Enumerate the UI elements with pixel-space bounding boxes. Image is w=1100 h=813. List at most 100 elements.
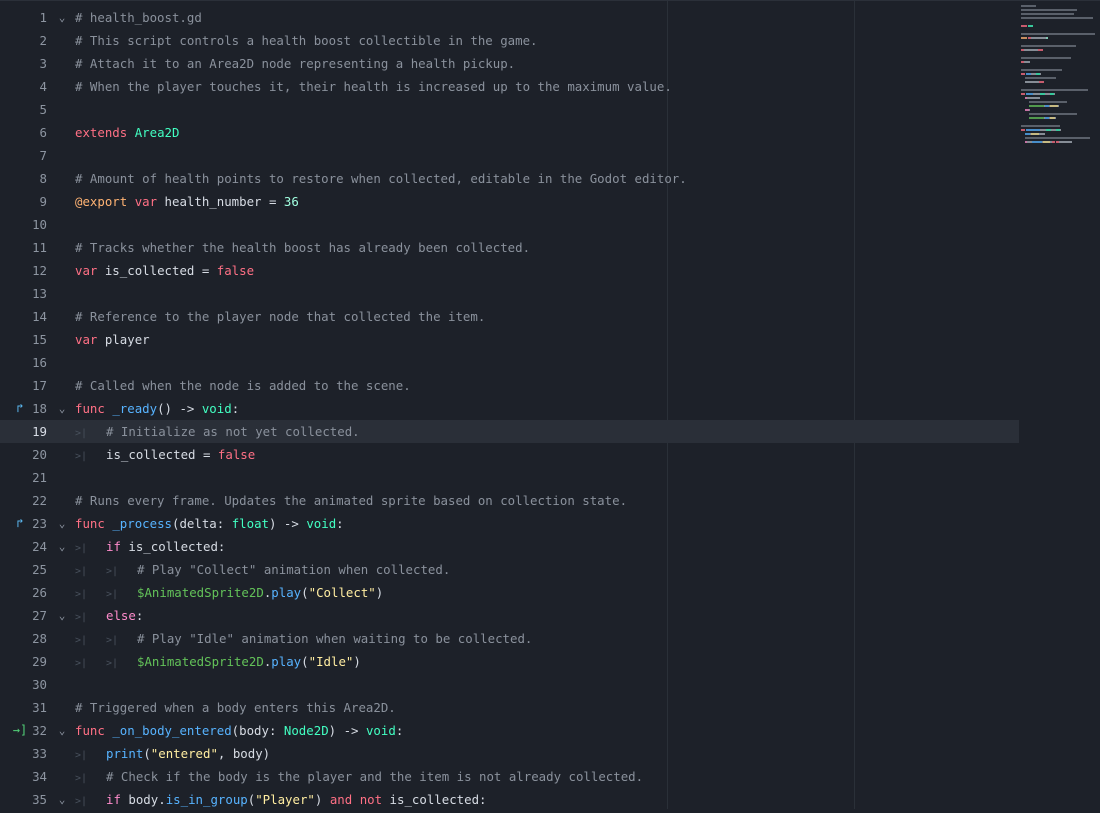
code-line[interactable]: 24 ⌄ >| if is_collected: [0,535,1019,558]
line-content: extends Area2D [75,121,179,144]
code-line[interactable]: 25 >| >| # Play "Collect" animation when co… [0,558,1019,581]
code-line[interactable]: 16 [0,351,1019,374]
code-line[interactable]: 12 var is_collected = false [0,259,1019,282]
minimap-mark [1028,25,1033,27]
code-line[interactable]: 14 # Reference to the player node that co… [0,305,1019,328]
code-line[interactable]: 30 [0,673,1019,696]
code-line[interactable]: 3 # Attach it to an Area2D node represent… [0,52,1019,75]
fold-chevron-icon[interactable]: ⌄ [55,397,69,420]
code-line[interactable]: 15 var player [0,328,1019,351]
minimap-mark [1029,109,1030,111]
minimap-mark [1032,141,1042,143]
code-line[interactable]: 34 >| # Check if the body is the player an… [0,765,1019,788]
line-number: 24 [32,539,47,554]
code-token: # Attach it to an Area2D node representi… [75,56,516,71]
line-number: 9 [39,194,47,209]
code-token: ( [301,585,309,600]
fold-chevron-icon[interactable]: ⌄ [55,6,69,29]
line-number: 23 [32,516,47,531]
line-number: 29 [32,654,47,669]
code-token: Area2D [134,125,180,140]
code-line[interactable]: 10 [0,213,1019,236]
line-number: 32 [32,723,47,738]
tab-indent-icon: >| [75,796,88,807]
minimap-mark [1040,73,1041,75]
minimap-mark [1021,37,1027,39]
tab-indent-icon: >| [75,589,88,600]
code-line[interactable]: 33 >| print("entered", body) [0,742,1019,765]
minimap-mark [1038,49,1043,51]
line-number: 11 [32,240,47,255]
minimap-mark [1031,37,1046,39]
code-line[interactable]: 8 # Amount of health points to restore wh… [0,167,1019,190]
code-line[interactable]: 4 # When the player touches it, their hea… [0,75,1019,98]
code-token: ) [375,585,384,600]
code-token: "entered" [150,746,218,761]
script-editor[interactable]: 1 ⌄ # health_boost.gd 2 # This script contro… [0,0,1100,811]
minimap-mark [1021,5,1036,7]
line-number: 22 [32,493,47,508]
minimap[interactable] [1019,1,1100,809]
code-line[interactable]: 1 ⌄ # health_boost.gd [0,6,1019,29]
fold-chevron-icon[interactable]: ⌄ [55,604,69,627]
fold-chevron-icon[interactable]: ⌄ [55,719,69,742]
minimap-mark [1027,97,1040,99]
code-token: var [75,332,98,347]
code-line[interactable]: 17 # Called when the node is added to the… [0,374,1019,397]
line-content: >| >| # Play "Collect" animation when coll… [75,558,450,583]
minimap-mark [1046,37,1048,39]
code-line[interactable]: 26 >| >| $AnimatedSprite2D.play("Collect") [0,581,1019,604]
fold-chevron-icon[interactable]: ⌄ [55,535,69,558]
line-number: 14 [32,309,47,324]
code-token: (body: [231,723,284,738]
code-line[interactable]: 7 [0,144,1019,167]
fold-chevron-icon[interactable]: ⌄ [55,512,69,535]
code-token: # Triggered when a body enters this Area… [75,700,396,715]
code-line[interactable]: 22 # Runs every frame. Updates the animat… [0,489,1019,512]
code-line[interactable]: 20 >| is_collected = false [0,443,1019,466]
tab-indent-icon: >| [75,658,88,669]
minimap-mark [1054,93,1055,95]
line-content: # When the player touches it, their heal… [75,75,672,98]
minimap-mark [1029,101,1067,103]
minimap-mark [1055,117,1056,119]
code-line[interactable]: 29 >| >| $AnimatedSprite2D.play("Idle") [0,650,1019,673]
minimap-mark [1039,133,1045,135]
code-token: : [395,723,404,738]
code-token: void [201,401,232,416]
code-line[interactable]: 28 >| >| # Play "Idle" animation when waiti… [0,627,1019,650]
code-token: _process [112,516,172,531]
line-number: 2 [39,33,47,48]
line-number: 25 [32,562,47,577]
code-line[interactable]: →] 32 ⌄ func _on_body_entered(body: Node2D)… [0,719,1019,742]
code-token: $AnimatedSprite2D [137,654,264,669]
code-line[interactable]: 21 [0,466,1019,489]
code-line[interactable]: 2 # This script controls a health boost c… [0,29,1019,52]
code-line[interactable]: 13 [0,282,1019,305]
code-token: _ready [112,401,158,416]
code-line[interactable]: 19 >| # Initialize as not yet collected. [0,420,1019,443]
minimap-mark [1021,125,1060,127]
minimap-mark [1021,69,1062,71]
code-token: if [106,792,121,807]
code-token: func [75,723,105,738]
code-token: void [365,723,396,738]
code-token: : [135,608,144,623]
code-area[interactable]: 1 ⌄ # health_boost.gd 2 # This script contro… [0,6,1019,811]
code-line[interactable]: 11 # Tracks whether the health boost has … [0,236,1019,259]
code-token: # Tracks whether the health boost has al… [75,240,531,255]
code-line[interactable]: 27 ⌄ >| else: [0,604,1019,627]
minimap-mark [1050,105,1058,107]
code-line[interactable]: 9 @export var health_number = 36 [0,190,1019,213]
line-content: >| >| $AnimatedSprite2D.play("Idle") [75,650,361,675]
line-number: 26 [32,585,47,600]
code-line[interactable]: 5 [0,98,1019,121]
code-line[interactable]: ↱ 23 ⌄ func _process(delta: float) -> void: [0,512,1019,535]
code-line[interactable]: 31 # Triggered when a body enters this Ar… [0,696,1019,719]
line-number: 3 [39,56,47,71]
code-line[interactable]: ↱ 18 ⌄ func _ready() -> void: [0,397,1019,420]
code-line[interactable]: 6 extends Area2D [0,121,1019,144]
tab-indent-icon: >| [75,612,88,623]
code-token: var [75,263,98,278]
code-token: func [75,516,105,531]
